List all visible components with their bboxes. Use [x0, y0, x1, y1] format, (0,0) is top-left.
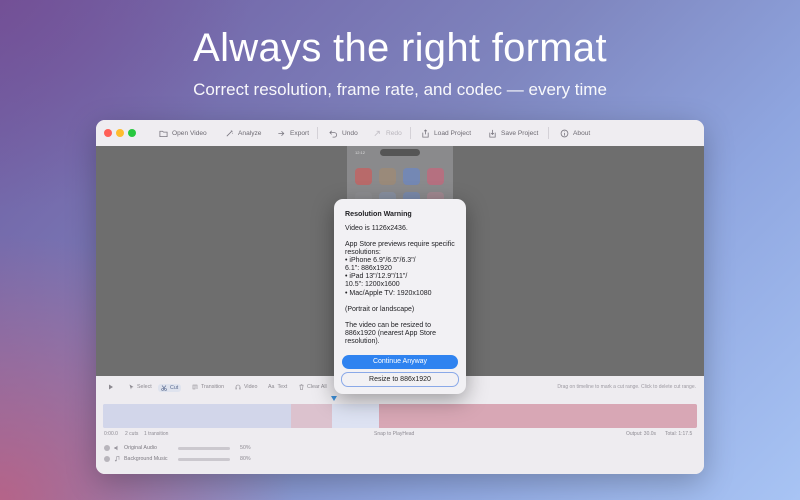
output-duration: Output: 30.0s — [626, 431, 657, 437]
transition-label: Transition — [201, 384, 225, 390]
timeline-segment-kept[interactable] — [103, 404, 291, 428]
upload-icon — [422, 128, 429, 138]
toolbar-divider — [317, 127, 318, 139]
app-icon — [355, 168, 372, 185]
video-label: Video — [244, 384, 258, 390]
load-project-button[interactable]: Load Project — [421, 127, 471, 139]
export-label: Export — [290, 129, 310, 137]
toolbar-divider — [548, 127, 549, 139]
load-project-label: Load Project — [434, 129, 472, 137]
analyze-label: Analyze — [238, 129, 262, 137]
wand-icon — [226, 129, 234, 136]
track-enable-checkbox[interactable] — [104, 445, 110, 451]
transition-icon — [192, 384, 198, 390]
undo-label: Undo — [342, 129, 358, 137]
transition-tool[interactable]: Transition — [192, 384, 224, 390]
total-duration: Total: 1:17.5 — [665, 431, 693, 437]
text-glyph-icon: Aa — [268, 384, 275, 390]
track-label: Background Music — [124, 456, 168, 462]
timeline-segment-cut[interactable] — [291, 404, 332, 428]
cursor-icon — [129, 384, 134, 390]
track-label: Original Audio — [124, 445, 157, 451]
current-time: 0:00.0 — [104, 431, 118, 437]
video-tool[interactable]: Video — [235, 384, 257, 390]
open-video-button[interactable]: Open Video — [159, 127, 207, 139]
speaker-icon — [114, 445, 118, 451]
save-project-button[interactable]: Save Project — [488, 127, 538, 139]
text-tool[interactable]: Aa Text — [268, 384, 287, 390]
folder-icon — [159, 130, 168, 137]
close-button[interactable] — [104, 129, 112, 137]
export-icon — [278, 130, 285, 136]
hero-title: Always the right format — [193, 26, 607, 70]
analyze-button[interactable]: Analyze — [225, 127, 261, 139]
about-label: About — [573, 129, 591, 137]
save-project-label: Save Project — [501, 129, 539, 137]
play-button[interactable] — [108, 384, 114, 390]
download-icon — [489, 129, 496, 138]
scissors-icon — [161, 385, 167, 391]
phone-status-time: 12:12 — [355, 150, 366, 155]
export-button[interactable]: Export — [277, 127, 309, 139]
toolbar: Open Video Analyze Export Undo Redo Load… — [96, 120, 704, 147]
playhead-marker[interactable] — [331, 396, 337, 401]
select-label: Select — [137, 384, 152, 390]
headphones-icon — [235, 384, 241, 390]
app-icon — [379, 168, 396, 185]
original-audio-volume-slider[interactable] — [178, 447, 230, 450]
zoom-button[interactable] — [128, 129, 136, 137]
audio-track-music: Background Music — [104, 456, 168, 462]
cut-label: Cut — [170, 385, 179, 391]
trash-icon — [299, 384, 304, 390]
transitions-count: 1 transition — [144, 431, 169, 437]
dynamic-island — [380, 149, 420, 156]
redo-icon — [374, 130, 380, 136]
dialog-video-size: Video is 1126x2436. — [345, 225, 408, 232]
open-video-label: Open Video — [172, 129, 207, 137]
resize-button[interactable]: Resize to 886x1920 — [341, 372, 459, 387]
timeline-segment-cut[interactable] — [379, 404, 697, 428]
audio-track-original: Original Audio — [104, 445, 157, 451]
music-volume: 80% — [240, 456, 251, 462]
dialog-title: Resolution Warning — [345, 210, 412, 218]
app-icon — [427, 168, 444, 185]
dialog-resize-note: The video can be resized to 886x1920 (ne… — [345, 322, 437, 346]
redo-button[interactable]: Redo — [373, 127, 402, 139]
snap-to-playhead[interactable]: Snap to PlayHead — [374, 431, 414, 437]
music-volume-slider[interactable] — [178, 458, 230, 461]
resolution-warning-dialog: Resolution Warning Video is 1126x2436. A… — [334, 199, 466, 394]
continue-anyway-button[interactable]: Continue Anyway — [342, 355, 458, 369]
music-note-icon — [115, 456, 120, 462]
clear-all-label: Clear All — [307, 384, 327, 390]
info-icon — [560, 129, 569, 137]
cuts-count: 2 cuts — [125, 431, 139, 437]
hero-subtitle: Correct resolution, frame rate, and code… — [193, 80, 607, 99]
minimize-button[interactable] — [116, 129, 124, 137]
toolbar-divider — [410, 127, 411, 139]
select-tool[interactable]: Select — [129, 384, 152, 390]
app-icon — [403, 168, 420, 185]
dialog-orientation-note: (Portrait or landscape) — [345, 306, 415, 313]
undo-button[interactable]: Undo — [329, 127, 358, 139]
timeline[interactable] — [103, 404, 697, 428]
track-enable-checkbox[interactable] — [104, 456, 110, 462]
cut-tool[interactable]: Cut — [158, 384, 182, 392]
timeline-segment-kept[interactable] — [332, 404, 379, 428]
play-icon — [109, 384, 113, 390]
text-label: Text — [277, 384, 288, 390]
about-button[interactable]: About — [560, 127, 590, 139]
clear-all-button[interactable]: Clear All — [299, 384, 327, 390]
dialog-requirements: App Store previews require specific reso… — [345, 241, 455, 297]
undo-icon — [329, 130, 338, 138]
timeline-hint: Drag on timeline to mark a cut range. Cl… — [557, 384, 696, 390]
redo-label: Redo — [386, 129, 402, 137]
original-audio-volume: 50% — [240, 445, 251, 451]
